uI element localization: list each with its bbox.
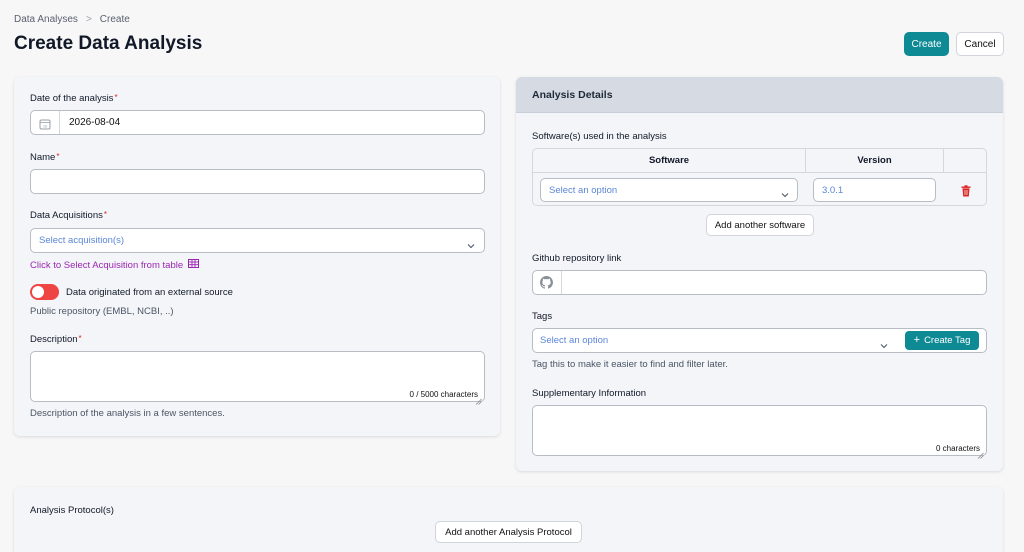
supplementary-textarea[interactable]: 0 characters: [532, 405, 987, 459]
page-title: Create Data Analysis: [14, 33, 203, 54]
version-input[interactable]: 3.0.1: [813, 178, 936, 202]
tags-label: Tags: [532, 311, 553, 322]
software-label: Software(s) used in the analysis: [532, 131, 667, 142]
software-select[interactable]: Select an option: [540, 178, 798, 202]
software-column-header: Software: [533, 149, 805, 173]
plus-icon: +: [913, 334, 921, 346]
chevron-down-icon: [880, 337, 888, 349]
analysis-details-title: Analysis Details: [532, 89, 613, 101]
github-input[interactable]: [532, 270, 987, 295]
add-software-button[interactable]: Add another software: [706, 214, 814, 236]
calendar-icon[interactable]: 18: [39, 117, 51, 130]
analysis-protocols-label: Analysis Protocol(s): [30, 505, 114, 516]
toggle-knob: [32, 286, 44, 298]
supplementary-counter: 0 characters: [935, 444, 980, 453]
acquisitions-label: Data Acquisitions*: [30, 210, 107, 221]
breadcrumb-root[interactable]: Data Analyses: [14, 14, 78, 25]
resize-handle-icon[interactable]: [977, 446, 984, 459]
date-field[interactable]: 18 2026-08-04: [30, 110, 485, 135]
supplementary-label: Supplementary Information: [532, 388, 647, 399]
date-divider: [59, 111, 60, 134]
create-button[interactable]: Create: [904, 32, 949, 56]
description-textarea[interactable]: 0 / 5000 characters: [30, 351, 485, 405]
actions-column-header: [944, 149, 986, 173]
chevron-down-icon: [467, 237, 475, 249]
version-value: 3.0.1: [822, 185, 844, 196]
date-value: 2026-08-04: [69, 117, 121, 128]
breadcrumb: Data Analyses > Create: [14, 14, 130, 25]
external-source-label: Data originated from an external source: [66, 287, 233, 298]
analysis-details-card: Analysis Details Software(s) used in the…: [516, 77, 1003, 471]
cancel-button[interactable]: Cancel: [956, 32, 1004, 56]
date-label: Date of the analysis*: [30, 93, 118, 104]
general-info-card: Date of the analysis* 18 2026-08-04 Name…: [14, 77, 500, 436]
description-counter: 0 / 5000 characters: [409, 390, 478, 399]
acquisitions-select[interactable]: Select acquisition(s): [30, 228, 485, 253]
breadcrumb-separator: >: [85, 14, 92, 25]
tags-placeholder: Select an option: [540, 335, 609, 346]
tags-help: Tag this to make it easier to find and f…: [532, 359, 728, 370]
create-tag-label: Create Tag: [924, 335, 971, 346]
external-source-toggle[interactable]: [30, 284, 59, 300]
analysis-details-header: Analysis Details: [516, 77, 1003, 113]
software-table: Software Version Select an option 3.0.1: [532, 148, 987, 206]
version-column-header: Version: [806, 149, 943, 173]
chevron-down-icon: [781, 186, 789, 198]
name-input[interactable]: [30, 169, 485, 194]
software-placeholder: Select an option: [549, 185, 618, 196]
svg-text:18: 18: [43, 125, 47, 129]
breadcrumb-current: Create: [99, 14, 130, 25]
table-icon: [188, 259, 200, 271]
resize-handle-icon[interactable]: [475, 392, 482, 405]
acquisitions-placeholder: Select acquisition(s): [39, 235, 125, 246]
name-label: Name*: [30, 152, 60, 163]
add-analysis-protocol-button[interactable]: Add another Analysis Protocol: [435, 521, 582, 543]
trash-icon[interactable]: [961, 184, 971, 197]
github-divider: [561, 271, 562, 294]
description-label: Description*: [30, 334, 82, 345]
external-source-help: Public repository (EMBL, NCBI, ..): [30, 306, 174, 317]
create-tag-button[interactable]: + Create Tag: [905, 331, 979, 350]
analysis-protocols-card: Analysis Protocol(s) Add another Analysi…: [14, 487, 1003, 552]
github-icon: [540, 276, 553, 289]
tags-select[interactable]: Select an option + Create Tag: [532, 328, 987, 353]
select-acquisition-table-label: Click to Select Acquisition from table: [30, 259, 184, 271]
description-help: Description of the analysis in a few sen…: [30, 408, 225, 419]
github-label: Github repository link: [532, 253, 622, 264]
select-acquisition-table-link[interactable]: Click to Select Acquisition from table: [30, 259, 200, 271]
